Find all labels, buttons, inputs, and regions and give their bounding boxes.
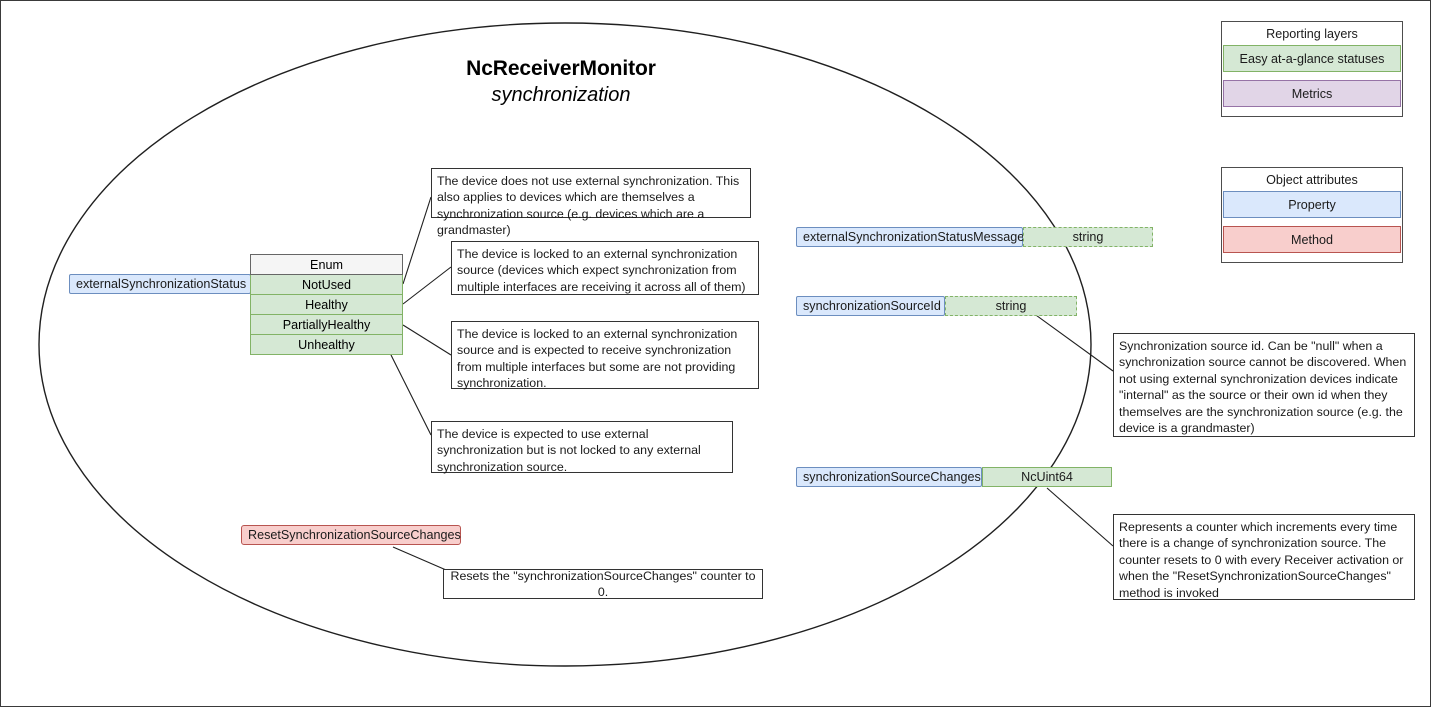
method-ResetSynchronizationSourceChanges[interactable]: ResetSynchronizationSourceChanges bbox=[241, 525, 461, 545]
property-synchronizationSourceChanges[interactable]: synchronizationSourceChanges bbox=[796, 467, 982, 487]
class-subtitle: synchronization bbox=[491, 84, 631, 107]
diagram-title: NcReceiverMonitor synchronization bbox=[381, 57, 741, 106]
enum-header: Enum bbox=[250, 254, 403, 275]
legend-spacer bbox=[1223, 253, 1401, 261]
legend-spacer bbox=[1223, 72, 1401, 80]
enum-table-externalSynchronizationStatus: Enum NotUsed Healthy PartiallyHealthy Un… bbox=[250, 254, 403, 355]
note-ResetSynchronizationSourceChanges: Resets the "synchronizationSourceChanges… bbox=[443, 569, 763, 599]
enum-value-healthy: Healthy bbox=[250, 295, 403, 315]
enum-value-notused: NotUsed bbox=[250, 275, 403, 295]
legend-spacer bbox=[1223, 107, 1401, 115]
legend-reporting-layers: Reporting layers Easy at-a-glance status… bbox=[1221, 21, 1403, 117]
enum-value-unhealthy: Unhealthy bbox=[250, 335, 403, 355]
note-synchronizationSourceChanges: Represents a counter which increments ev… bbox=[1113, 514, 1415, 600]
legend-object-attributes-title: Object attributes bbox=[1223, 169, 1401, 191]
note-synchronizationSourceId: Synchronization source id. Can be "null"… bbox=[1113, 333, 1415, 437]
legend-object-attributes: Object attributes Property Method bbox=[1221, 167, 1403, 263]
type-externalSynchronizationStatusMessage: string bbox=[1023, 227, 1153, 247]
note-enum-notused: The device does not use external synchro… bbox=[431, 168, 751, 237]
enum-value-partiallyhealthy: PartiallyHealthy bbox=[250, 315, 403, 335]
note-enum-partiallyhealthy: The device is locked to an external sync… bbox=[451, 321, 759, 390]
property-externalSynchronizationStatus[interactable]: externalSynchronizationStatus bbox=[69, 274, 251, 294]
legend-item-easy-statuses: Easy at-a-glance statuses bbox=[1223, 45, 1401, 72]
legend-item-metrics: Metrics bbox=[1223, 80, 1401, 107]
note-enum-healthy: The device is locked to an external sync… bbox=[451, 241, 759, 295]
legend-spacer bbox=[1223, 218, 1401, 226]
property-externalSynchronizationStatusMessage[interactable]: externalSynchronizationStatusMessage bbox=[796, 227, 1024, 247]
class-name: NcReceiverMonitor bbox=[466, 57, 656, 80]
note-enum-unhealthy: The device is expected to use external s… bbox=[431, 421, 733, 474]
diagram-canvas: NcReceiverMonitor synchronization Report… bbox=[0, 0, 1431, 707]
legend-item-method: Method bbox=[1223, 226, 1401, 253]
type-synchronizationSourceId: string bbox=[945, 296, 1077, 316]
legend-reporting-layers-title: Reporting layers bbox=[1223, 23, 1401, 45]
type-synchronizationSourceChanges: NcUint64 bbox=[982, 467, 1112, 487]
property-synchronizationSourceId[interactable]: synchronizationSourceId bbox=[796, 296, 945, 316]
legend-item-property: Property bbox=[1223, 191, 1401, 218]
